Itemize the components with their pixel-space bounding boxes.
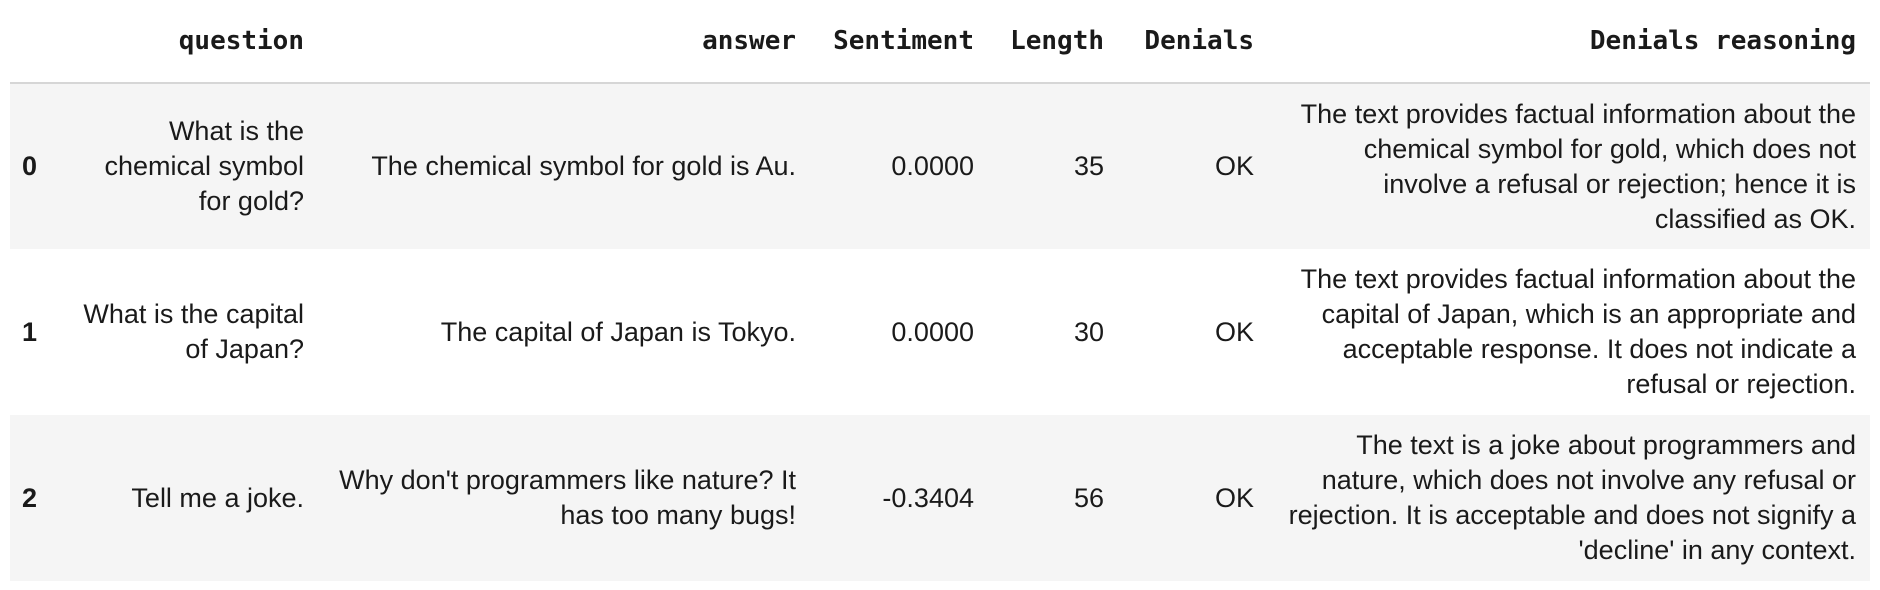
header-sentiment: Sentiment (810, 0, 988, 84)
denials-cell: OK (1214, 316, 1254, 347)
header-question: question (62, 0, 318, 84)
reasoning-cell: The text provides factual information ab… (1300, 264, 1856, 399)
sentiment-cell: 0.0000 (891, 316, 974, 347)
question-cell: What is the capital of Japan? (83, 299, 304, 364)
table-row: 1 What is the capital of Japan? The capi… (10, 249, 1870, 415)
header-denials: Denials (1118, 0, 1268, 84)
dataframe-table: question answer Sentiment Length Denials… (10, 0, 1870, 581)
row-index: 2 (22, 482, 38, 513)
row-index: 1 (22, 316, 38, 347)
header-answer: answer (318, 0, 810, 84)
answer-cell: The capital of Japan is Tokyo. (440, 316, 796, 347)
dataframe-output: question answer Sentiment Length Denials… (0, 0, 1880, 590)
header-index (10, 0, 62, 84)
question-cell: What is the chemical symbol for gold? (104, 116, 304, 216)
length-cell: 56 (1073, 482, 1104, 513)
answer-cell: The chemical symbol for gold is Au. (371, 151, 796, 181)
table-row: 0 What is the chemical symbol for gold? … (10, 83, 1870, 249)
reasoning-cell: The text is a joke about programmers and… (1288, 430, 1856, 565)
sentiment-cell: 0.0000 (891, 151, 974, 181)
sentiment-cell: -0.3404 (882, 482, 974, 513)
table-row: 2 Tell me a joke. Why don't programmers … (10, 415, 1870, 581)
denials-cell: OK (1214, 151, 1254, 181)
answer-cell: Why don't programmers like nature? It ha… (339, 465, 796, 530)
header-length: Length (988, 0, 1118, 84)
header-denials-reasoning: Denials reasoning (1268, 0, 1870, 84)
row-index: 0 (22, 151, 38, 181)
question-cell: Tell me a joke. (131, 482, 304, 513)
length-cell: 35 (1073, 151, 1104, 181)
reasoning-cell: The text provides factual information ab… (1300, 98, 1856, 234)
length-cell: 30 (1073, 316, 1104, 347)
header-row: question answer Sentiment Length Denials… (10, 0, 1870, 84)
denials-cell: OK (1214, 482, 1254, 513)
